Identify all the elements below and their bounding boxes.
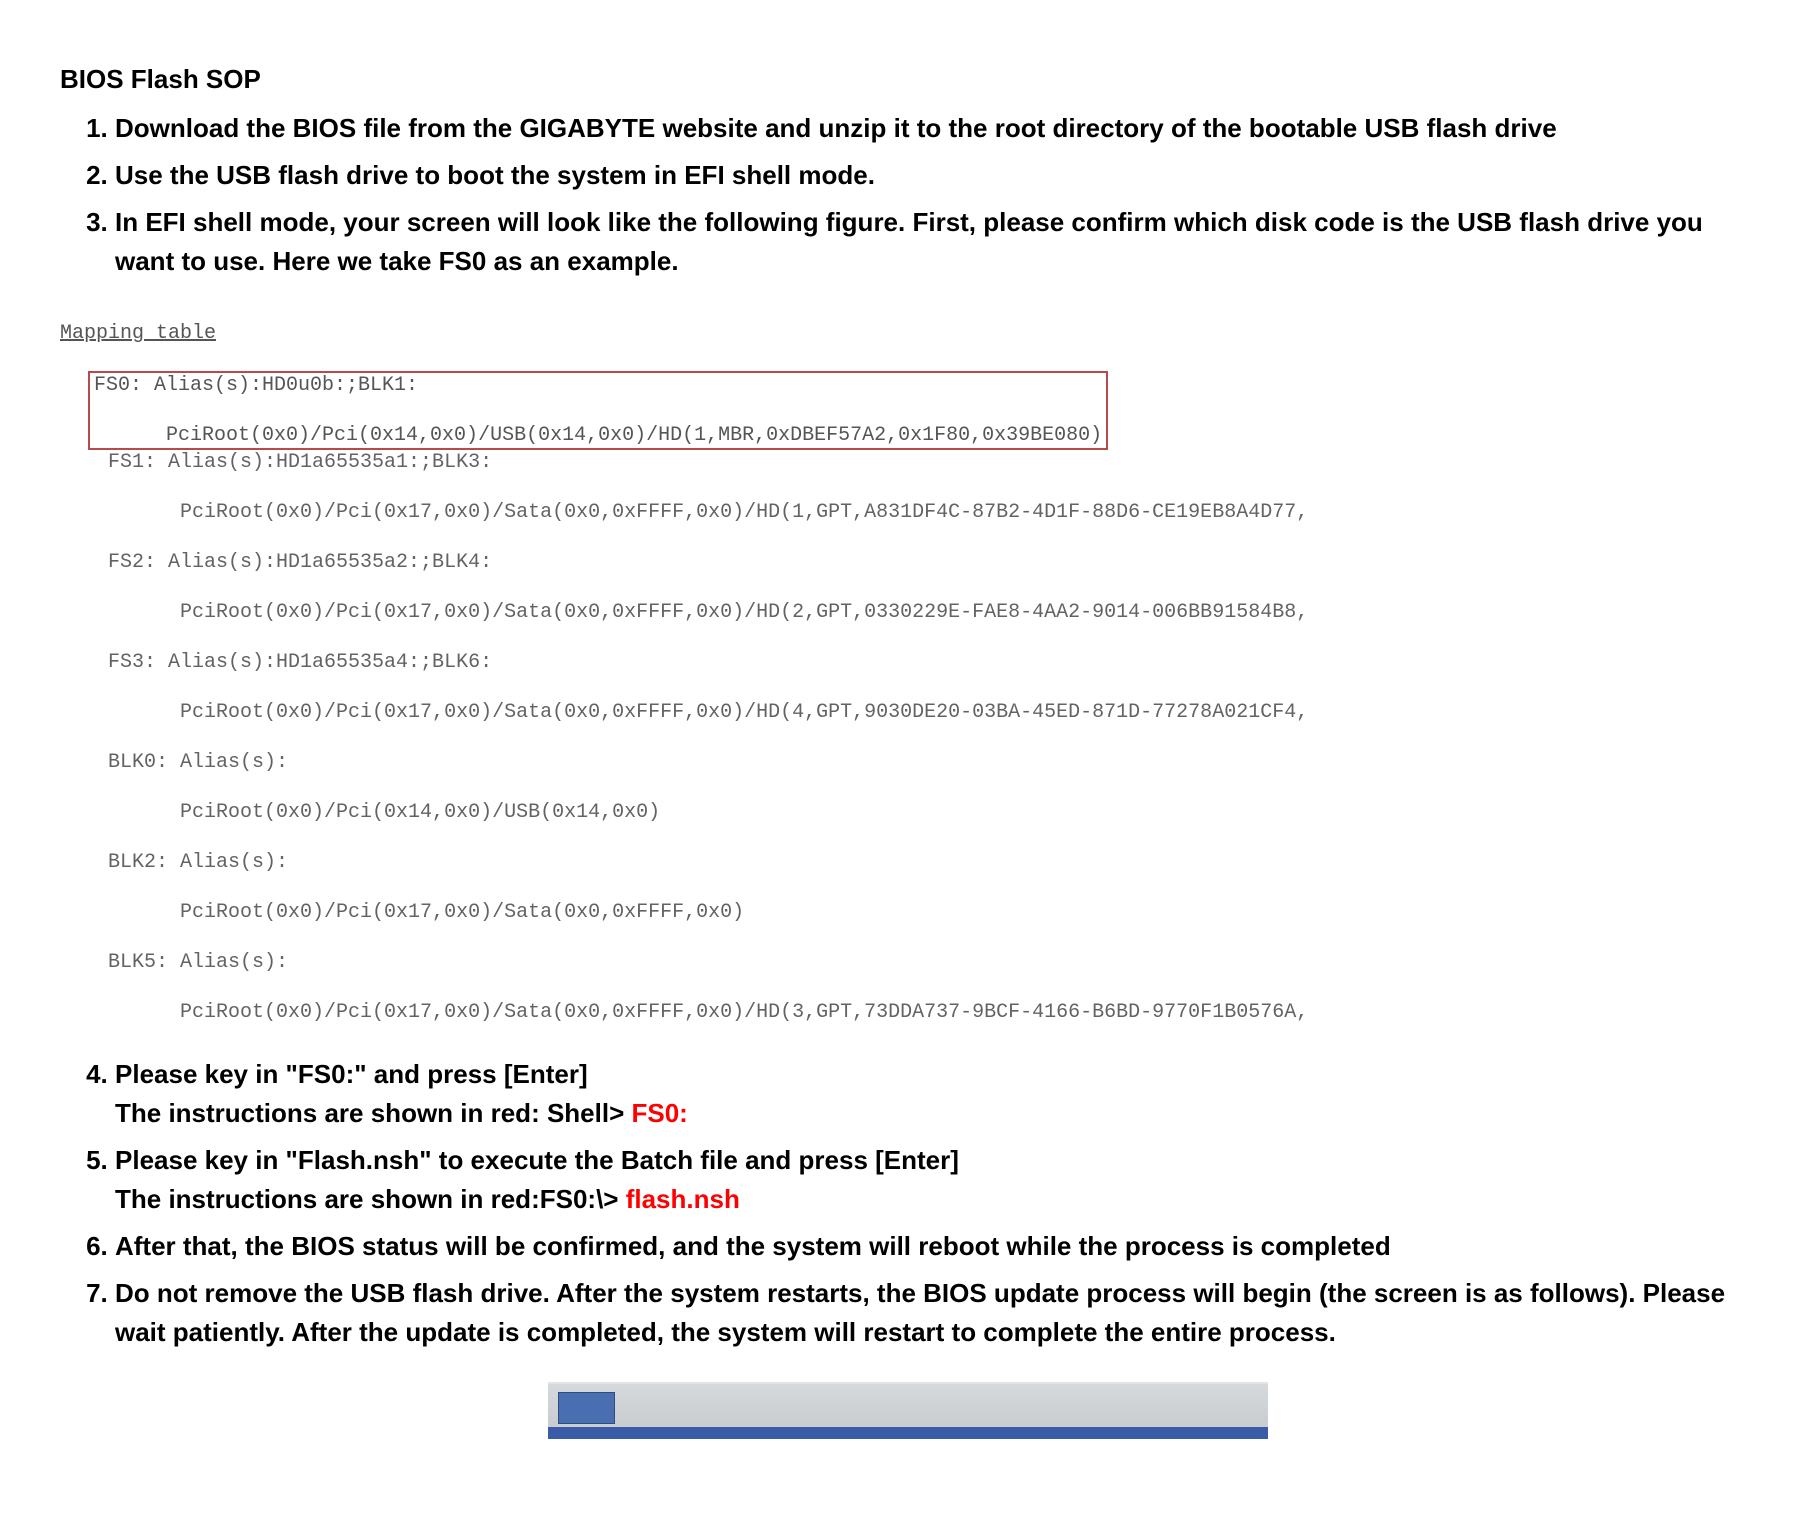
- shell-line: BLK5: Alias(s):: [60, 951, 288, 974]
- shell-line: FS3: Alias(s):HD1a65535a4:;BLK6:: [60, 651, 492, 674]
- shell-line: PciRoot(0x0)/Pci(0x17,0x0)/Sata(0x0,0xFF…: [60, 701, 1308, 724]
- step-5: Please key in "Flash.nsh" to execute the…: [115, 1141, 1755, 1219]
- efi-shell-figure: Mapping table FS0: Alias(s):HD0u0b:;BLK1…: [60, 296, 1755, 1025]
- shell-line: BLK2: Alias(s):: [60, 851, 288, 874]
- step-3: In EFI shell mode, your screen will look…: [115, 203, 1755, 281]
- shell-line: PciRoot(0x0)/Pci(0x17,0x0)/Sata(0x0,0xFF…: [60, 501, 1308, 524]
- step-4-prefix: The instructions are shown in red: Shell…: [115, 1098, 631, 1128]
- fs0-highlight-box: FS0: Alias(s):HD0u0b:;BLK1: PciRoot(0x0)…: [88, 371, 1108, 450]
- shell-line: FS2: Alias(s):HD1a65535a2:;BLK4:: [60, 551, 492, 574]
- shell-line: PciRoot(0x0)/Pci(0x17,0x0)/Sata(0x0,0xFF…: [60, 901, 744, 924]
- page-title: BIOS Flash SOP: [60, 60, 1755, 99]
- bios-update-screenshot: [548, 1382, 1268, 1439]
- step-1: Download the BIOS file from the GIGABYTE…: [115, 109, 1755, 148]
- step-5-line2: The instructions are shown in red:FS0:\>…: [115, 1180, 1755, 1219]
- step-2: Use the USB flash drive to boot the syst…: [115, 156, 1755, 195]
- step-5-red-command: flash.nsh: [626, 1184, 740, 1214]
- step-6: After that, the BIOS status will be conf…: [115, 1227, 1755, 1266]
- shell-line: BLK0: Alias(s):: [60, 751, 288, 774]
- shell-line: FS0: Alias(s):HD0u0b:;BLK1:: [94, 373, 1102, 398]
- step-4-line2: The instructions are shown in red: Shell…: [115, 1094, 1755, 1133]
- shell-line: PciRoot(0x0)/Pci(0x14,0x0)/USB(0x14,0x0): [60, 801, 660, 824]
- shell-line: PciRoot(0x0)/Pci(0x17,0x0)/Sata(0x0,0xFF…: [60, 1001, 1308, 1024]
- shell-line: PciRoot(0x0)/Pci(0x17,0x0)/Sata(0x0,0xFF…: [60, 601, 1308, 624]
- shell-line: PciRoot(0x0)/Pci(0x14,0x0)/USB(0x14,0x0)…: [94, 423, 1102, 448]
- shell-line: FS1: Alias(s):HD1a65535a1:;BLK3:: [60, 451, 492, 474]
- mapping-table-label: Mapping table: [60, 322, 216, 345]
- instruction-list-cont: Please key in "FS0:" and press [Enter] T…: [60, 1055, 1755, 1352]
- step-4: Please key in "FS0:" and press [Enter] T…: [115, 1055, 1755, 1133]
- instruction-list: Download the BIOS file from the GIGABYTE…: [60, 109, 1755, 281]
- step-4-line1: Please key in "FS0:" and press [Enter]: [115, 1055, 1755, 1094]
- step-5-line1: Please key in "Flash.nsh" to execute the…: [115, 1141, 1755, 1180]
- step-5-prefix: The instructions are shown in red:FS0:\>: [115, 1184, 626, 1214]
- step-7: Do not remove the USB flash drive. After…: [115, 1274, 1755, 1352]
- step-4-red-command: FS0:: [631, 1098, 687, 1128]
